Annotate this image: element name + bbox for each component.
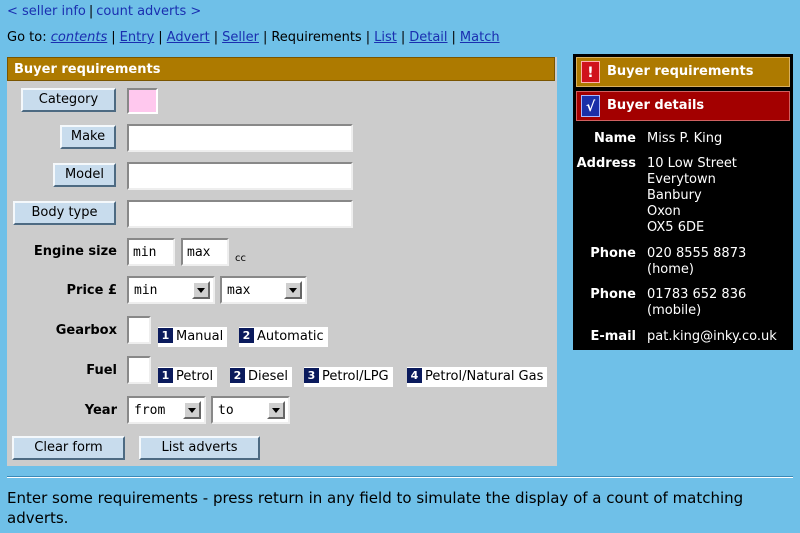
model-button[interactable]: Model — [53, 163, 116, 187]
price-min-value: min — [134, 283, 158, 298]
engine-min-input[interactable] — [127, 238, 175, 266]
dropdown-arrow-icon[interactable] — [267, 401, 285, 419]
price-max-value: max — [227, 283, 251, 298]
body-type-button[interactable]: Body type — [13, 201, 116, 225]
form-title: Buyer requirements — [7, 57, 555, 81]
phone-home-key: Phone — [590, 246, 636, 261]
goto-seller-link[interactable]: Seller — [222, 30, 259, 45]
engine-size-label: Engine size — [33, 244, 117, 259]
category-button[interactable]: Category — [21, 88, 116, 112]
separator: | — [88, 4, 94, 19]
year-from-select[interactable]: from — [127, 396, 206, 424]
goto-label: Go to: — [7, 30, 47, 45]
checkmark-icon: √ — [581, 95, 600, 117]
fuel-option-petrol-lpg: 3 Petrol/LPG — [304, 367, 393, 387]
goto-navigation: Go to: contents | Entry | Advert | Seller | Requ… — [7, 30, 500, 45]
price-label: Price £ — [66, 283, 118, 298]
status-message: Enter some requirements - press return i… — [7, 489, 744, 527]
name-key: Name — [593, 131, 636, 146]
goto-requirements-current: Requirements — [271, 30, 362, 45]
dropdown-arrow-icon[interactable] — [284, 281, 302, 299]
buyer-requirements-form: Buyer requirements Category Make Model B… — [7, 57, 557, 466]
fuel-option-petrol: 1 Petrol — [158, 367, 218, 387]
fuel-label: Fuel — [86, 363, 117, 378]
count-adverts-link[interactable]: count adverts > — [96, 4, 201, 19]
make-button[interactable]: Make — [60, 125, 116, 149]
email-key: E-mail — [590, 329, 636, 344]
divider — [7, 476, 793, 478]
fuel-input[interactable] — [127, 356, 151, 384]
seller-info-link[interactable]: < seller info — [7, 4, 86, 19]
price-max-select[interactable]: max — [220, 276, 307, 304]
category-color-swatch[interactable] — [127, 88, 158, 114]
fuel-option-diesel: 2 Diesel — [230, 367, 293, 387]
year-from-value: from — [134, 403, 166, 418]
goto-contents-link[interactable]: contents — [51, 30, 108, 45]
year-label: Year — [84, 403, 117, 418]
fuel-option-petrol-natural-gas: 4 Petrol/Natural Gas — [407, 367, 548, 387]
buyer-details-tab-label: Buyer details — [607, 98, 705, 113]
goto-list-link[interactable]: List — [374, 30, 397, 45]
dropdown-arrow-icon[interactable] — [192, 281, 210, 299]
top-navigation: < seller info | count adverts > — [7, 4, 201, 19]
goto-match-link[interactable]: Match — [460, 30, 500, 45]
address-value: 10 Low Street Everytown Banbury Oxon OX5… — [647, 156, 737, 235]
list-adverts-button[interactable]: List adverts — [139, 436, 260, 460]
body-type-input[interactable] — [127, 200, 353, 228]
dropdown-arrow-icon[interactable] — [183, 401, 201, 419]
year-to-select[interactable]: to — [211, 396, 290, 424]
buyer-requirements-tab-label: Buyer requirements — [607, 64, 754, 79]
clear-form-button[interactable]: Clear form — [12, 436, 125, 460]
warning-icon: ! — [581, 61, 600, 83]
make-input[interactable] — [127, 124, 353, 152]
buyer-requirements-tab[interactable]: ! Buyer requirements — [576, 57, 790, 87]
phone-mobile-key: Phone — [590, 287, 636, 302]
model-input[interactable] — [127, 162, 353, 190]
year-to-value: to — [218, 403, 234, 418]
email-value: pat.king@inky.co.uk — [647, 329, 777, 344]
price-min-select[interactable]: min — [127, 276, 215, 304]
phone-home-value: 020 8555 8873 (home) — [647, 246, 747, 277]
gearbox-option-automatic: 2 Automatic — [239, 327, 328, 347]
goto-entry-link[interactable]: Entry — [120, 30, 155, 45]
address-key: Address — [576, 156, 636, 171]
gearbox-input[interactable] — [127, 316, 151, 344]
buyer-details-tab[interactable]: √ Buyer details — [576, 91, 790, 121]
goto-advert-link[interactable]: Advert — [167, 30, 210, 45]
goto-detail-link[interactable]: Detail — [409, 30, 447, 45]
phone-mobile-value: 01783 652 836 (mobile) — [647, 287, 747, 318]
gearbox-label: Gearbox — [55, 323, 117, 338]
engine-unit: cc — [235, 253, 246, 264]
gearbox-option-manual: 1 Manual — [158, 327, 228, 347]
name-value: Miss P. King — [647, 131, 723, 146]
buyer-side-panel: ! Buyer requirements √ Buyer details Nam… — [573, 54, 793, 350]
engine-max-input[interactable] — [181, 238, 229, 266]
